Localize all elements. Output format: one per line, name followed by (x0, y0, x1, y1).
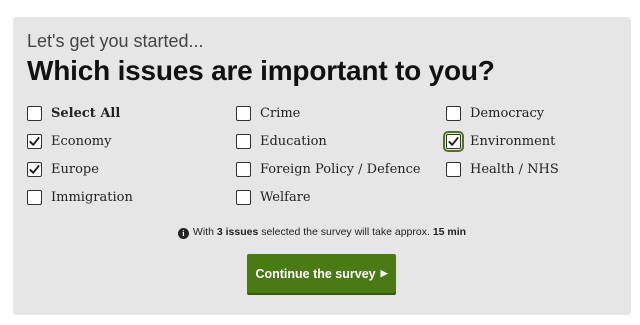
checkbox-label: Health / NHS (470, 161, 559, 177)
checkbox-box[interactable] (443, 130, 464, 152)
checkbox-label: Crime (260, 105, 301, 121)
checkbox-environment[interactable]: Environment (443, 130, 556, 152)
checkbox-box[interactable] (236, 133, 251, 149)
checkbox-democracy[interactable]: Democracy (446, 103, 544, 123)
checkbox-box[interactable] (27, 105, 42, 121)
checkbox-label: Economy (51, 133, 112, 149)
checkbox-box[interactable] (27, 161, 42, 177)
survey-duration-info: i With 3 issues selected the survey will … (13, 226, 631, 239)
arrow-right-icon: ▶ (380, 268, 388, 278)
checkbox-welfare[interactable]: Welfare (236, 187, 311, 207)
checkbox-label: Environment (470, 133, 556, 149)
checkbox-box[interactable] (236, 161, 251, 177)
info-icon: i (177, 228, 189, 239)
checkbox-box[interactable] (236, 105, 251, 121)
checkbox-label: Immigration (51, 189, 133, 205)
checkbox-health-nhs[interactable]: Health / NHS (446, 159, 559, 179)
checkbox-crime[interactable]: Crime (236, 103, 300, 123)
checkbox-immigration[interactable]: Immigration (27, 187, 133, 207)
issues-count: 3 issues (216, 226, 259, 238)
checkmark-icon (448, 136, 459, 146)
checkmark-icon (29, 136, 40, 146)
info-prefix: With (192, 226, 217, 238)
checkbox-label: Select All (51, 105, 121, 121)
checkbox-label: Democracy (470, 105, 545, 121)
checkbox-europe[interactable]: Europe (27, 159, 99, 179)
question-title: Which issues are important to you? (27, 55, 495, 86)
issues-panel: Let's get you started... Which issues ar… (13, 17, 631, 315)
checkbox-select-all[interactable]: Select All (27, 103, 120, 123)
checkbox-label: Welfare (260, 189, 311, 205)
checkbox-box[interactable] (27, 189, 42, 205)
survey-time: 15 min (432, 226, 467, 238)
checkbox-foreign-policy-defence[interactable]: Foreign Policy / Defence (236, 159, 421, 179)
checkbox-box[interactable] (27, 133, 42, 149)
checkmark-icon (29, 164, 40, 174)
issues-checkbox-grid: Select All Crime Democracy Economy Educa… (27, 103, 627, 215)
checkbox-economy[interactable]: Economy (27, 131, 111, 151)
continue-survey-button[interactable]: Continue the survey ▶ (247, 254, 396, 293)
info-middle: selected the survey will take approx. (258, 226, 433, 238)
checkbox-label: Foreign Policy / Defence (260, 161, 421, 177)
checkbox-label: Europe (51, 161, 99, 177)
checkbox-box[interactable] (446, 161, 461, 177)
checkbox-label: Education (260, 133, 327, 149)
checkbox-box[interactable] (446, 105, 461, 121)
checkbox-box[interactable] (236, 189, 251, 205)
checkbox-education[interactable]: Education (236, 131, 327, 151)
intro-text: Let's get you started... (27, 31, 204, 51)
continue-button-label: Continue the survey (255, 266, 376, 281)
